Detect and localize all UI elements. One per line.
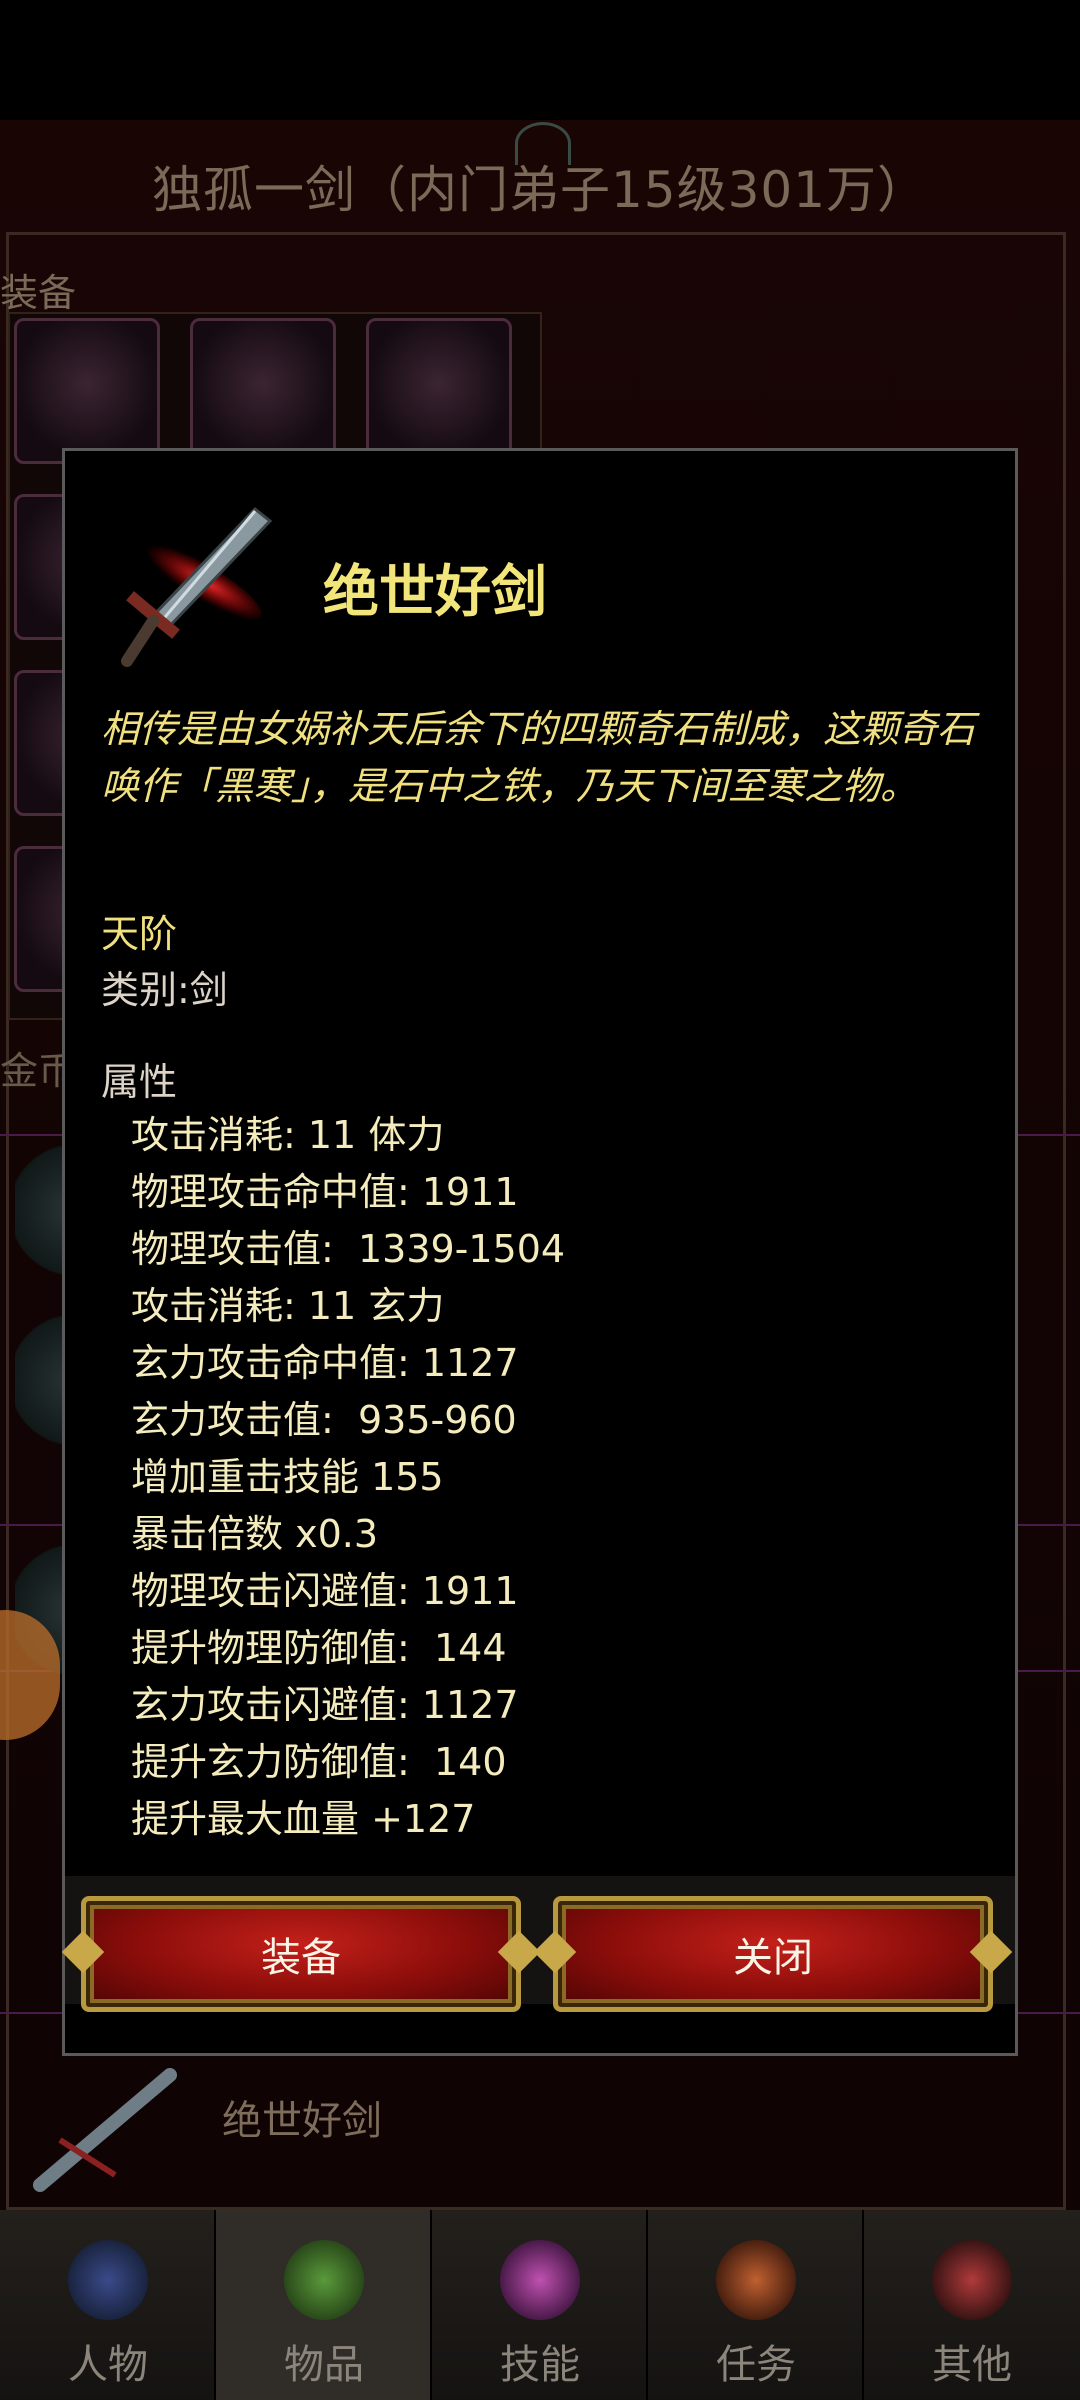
attribute-row: 提升最大血量 +127 bbox=[131, 1797, 476, 1841]
attribute-row: 物理攻击值: 1339-1504 bbox=[131, 1227, 566, 1271]
item-grade: 天阶 bbox=[101, 912, 178, 956]
equipment-slot-accessory[interactable] bbox=[366, 318, 512, 464]
tab-quests[interactable]: 任务 bbox=[648, 2210, 864, 2400]
equipment-slot-helmet[interactable] bbox=[14, 318, 160, 464]
tab-label: 人物 bbox=[68, 2342, 148, 2388]
sword-icon bbox=[33, 2068, 177, 2192]
tab-skills[interactable]: 技能 bbox=[432, 2210, 648, 2400]
attribute-row: 提升物理防御值: 144 bbox=[131, 1626, 507, 1670]
tab-character[interactable]: 人物 bbox=[0, 2210, 216, 2400]
item-detail-dialog: 绝世好剑 相传是由女娲补天后余下的四颗奇石制成，这颗奇石唤作「黑寒」，是石中之铁… bbox=[62, 448, 1018, 2056]
item-name-title: 绝世好剑 bbox=[323, 560, 547, 625]
tab-other[interactable]: 其他 bbox=[864, 2210, 1080, 2400]
character-icon bbox=[68, 2240, 148, 2320]
attribute-row: 物理攻击命中值: 1911 bbox=[131, 1170, 519, 1214]
potion-icon bbox=[284, 2240, 364, 2320]
bottom-tab-bar: 人物 物品 技能 任务 其他 bbox=[0, 2210, 1080, 2400]
attribute-row: 玄力攻击命中值: 1127 bbox=[131, 1341, 519, 1385]
close-button[interactable]: 关闭 bbox=[553, 1896, 993, 2012]
status-bar-area bbox=[0, 0, 1080, 120]
item-description: 相传是由女娲补天后余下的四颗奇石制成，这颗奇石唤作「黑寒」，是石中之铁，乃天下间… bbox=[101, 707, 976, 808]
equipment-slot-armor[interactable] bbox=[190, 318, 336, 464]
attribute-row: 增加重击技能 155 bbox=[131, 1455, 444, 1499]
other-icon bbox=[932, 2240, 1012, 2320]
attribute-row: 玄力攻击值: 935-960 bbox=[131, 1398, 517, 1442]
tab-label: 物品 bbox=[284, 2342, 364, 2388]
skill-icon bbox=[500, 2240, 580, 2320]
attribute-row: 攻击消耗: 11 体力 bbox=[131, 1113, 445, 1157]
attribute-row: 提升玄力防御值: 140 bbox=[131, 1740, 507, 1784]
quest-icon bbox=[716, 2240, 796, 2320]
tab-label: 技能 bbox=[500, 2342, 580, 2388]
tab-label: 任务 bbox=[716, 2342, 796, 2388]
item-category: 类别:剑 bbox=[101, 968, 228, 1012]
tab-label: 其他 bbox=[932, 2342, 1012, 2388]
attribute-row: 暴击倍数 x0.3 bbox=[131, 1512, 379, 1556]
equipment-label: 装备 bbox=[0, 271, 77, 315]
attribute-list: 攻击消耗: 11 体力 物理攻击命中值: 1911 物理攻击值: 1339-15… bbox=[131, 1107, 565, 1848]
attribute-row: 玄力攻击闪避值: 1127 bbox=[131, 1683, 519, 1727]
character-title: 独孤一剑（内门弟子15级301万） bbox=[151, 161, 929, 219]
inventory-item-name[interactable]: 绝世好剑 bbox=[222, 2088, 382, 2146]
attributes-heading: 属性 bbox=[101, 1060, 178, 1104]
attribute-row: 物理攻击闪避值: 1911 bbox=[131, 1569, 519, 1613]
attribute-row: 攻击消耗: 11 玄力 bbox=[131, 1284, 445, 1328]
tab-items[interactable]: 物品 bbox=[216, 2210, 432, 2400]
sword-icon bbox=[121, 506, 273, 667]
equip-button[interactable]: 装备 bbox=[81, 1896, 521, 2012]
